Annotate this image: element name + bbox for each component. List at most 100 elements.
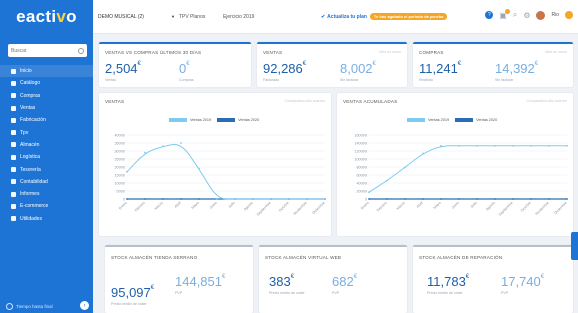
data-point-2019 — [324, 198, 326, 200]
notifications-icon[interactable]: ▣ — [499, 8, 510, 20]
sidebar-item-fabricacion[interactable]: Fabricación — [0, 114, 93, 126]
ventas-acumuladas-line-chart: 0200004000060000800001000001200001400001… — [354, 133, 568, 217]
logo-text-accent: v — [56, 7, 67, 26]
kpi-value-number: 2,504 — [105, 61, 138, 76]
y-tick-label: 20000 — [356, 189, 367, 193]
kpi-value-number: 92,286 — [263, 61, 303, 76]
sidebar-item-catalogo[interactable]: Catálogo — [0, 77, 93, 89]
data-point-2019 — [476, 144, 478, 147]
x-tick-label: Enero — [118, 201, 128, 211]
chart-legend: Ventas 2019 Ventas 2020 — [407, 118, 497, 122]
search-icon[interactable]: ⌕ — [513, 10, 517, 20]
sidebar-item-label: Ventas — [20, 105, 36, 112]
data-point-2020 — [566, 198, 568, 200]
sidebar-item-almacen[interactable]: Almacén — [0, 139, 93, 151]
kpi-value-unit: € — [302, 61, 307, 67]
topbar-icons: ? ▣ ⌕ ⚙ Rio — [485, 8, 573, 20]
data-point-2019 — [216, 198, 218, 200]
sidebar-item-logistica[interactable]: Logística — [0, 151, 93, 163]
store-icon — [11, 203, 16, 209]
kpi-value-primary: 2,504€ — [105, 61, 141, 76]
data-point-2019 — [180, 142, 182, 144]
kpi-value-number: 14,392 — [495, 61, 535, 76]
data-point-2020 — [198, 198, 200, 200]
chevron-down-icon[interactable]: ▼ — [171, 14, 175, 19]
series-line-2019 — [368, 145, 567, 193]
y-tick-label: 120000 — [354, 149, 367, 153]
sidebar-item-tpv[interactable]: Tpv — [0, 126, 93, 138]
y-tick-label: 100000 — [354, 157, 367, 161]
legend-swatch-2019[interactable] — [169, 118, 187, 122]
sidebar-item-contabilidad[interactable]: Contabilidad — [0, 176, 93, 188]
data-point-2020 — [476, 198, 478, 200]
logo[interactable]: eacti v o — [0, 0, 93, 34]
exercise-select[interactable]: Ejercicio 2019 — [223, 14, 263, 20]
trial-expired-badge[interactable]: Te has agotado el periodo de prueba — [369, 13, 448, 20]
sidebar-item-label: Tpv — [20, 129, 29, 136]
legend-swatch-2020[interactable] — [217, 118, 236, 122]
sidebar-nav: Inicio Catálogo Compras Ventas Fabricaci… — [0, 65, 93, 225]
search-input[interactable] — [11, 47, 61, 54]
user-name[interactable]: Rio — [551, 12, 559, 18]
stock-title: STOCK ALMACÉN DE REPARACIÓN — [419, 255, 503, 260]
data-point-2019 — [494, 144, 496, 147]
trial-timer-label: Tiempo hasta final — [16, 303, 53, 309]
kpi-period: Mes en curso — [379, 50, 401, 54]
sidebar-item-label: Informes — [20, 191, 40, 198]
data-point-2019 — [162, 145, 164, 148]
sidebar-item-informes[interactable]: Informes — [0, 188, 93, 200]
tpv-select[interactable]: TPV Planos — [179, 14, 223, 20]
x-tick-label: Noviembre — [535, 201, 550, 216]
chart-compare-label: Comparativa año anterior — [526, 99, 567, 103]
x-tick-label: Agosto — [243, 201, 254, 212]
legend-swatch-2020[interactable] — [455, 118, 474, 122]
euro-icon — [11, 167, 16, 173]
x-tick-label: Septiembre — [498, 201, 514, 217]
collapse-sidebar-button[interactable]: ‹ — [80, 301, 89, 310]
company-select[interactable]: DEMO MUSICAL (2) — [98, 14, 171, 20]
kpi-sub-secondary: Sin facturar — [340, 78, 359, 82]
help-icon[interactable]: ? — [485, 11, 494, 19]
sidebar-item-ecommerce[interactable]: E-commerce — [0, 200, 93, 212]
settings-icon[interactable]: ⚙ — [523, 11, 530, 20]
x-tick-label: Septiembre — [256, 201, 272, 217]
pos-icon — [11, 130, 16, 136]
legend-label-2020: Ventas 2020 — [476, 118, 498, 122]
data-point-2020 — [386, 198, 388, 200]
x-tick-label: Junio — [451, 201, 460, 210]
legend-label-2020: Ventas 2020 — [238, 118, 260, 122]
data-point-2020 — [548, 198, 550, 200]
data-point-2020 — [458, 198, 460, 200]
data-point-2019 — [422, 152, 424, 155]
x-tick-label: Agosto — [485, 201, 496, 212]
avatar[interactable] — [536, 10, 546, 20]
x-tick-label: Mayo — [433, 201, 442, 210]
data-point-2019 — [234, 198, 236, 200]
feedback-tab[interactable] — [571, 232, 578, 260]
rocket-icon[interactable] — [565, 11, 573, 19]
y-tick-label: 25000 — [114, 157, 125, 161]
sidebar-item-utilidades[interactable]: Utilidades — [0, 213, 93, 225]
kpi-value-unit: € — [372, 61, 376, 67]
sidebar-item-ventas[interactable]: Ventas — [0, 102, 93, 114]
data-point-2020 — [494, 198, 496, 200]
sidebar-item-tesoreria[interactable]: Tesorería — [0, 163, 93, 175]
sidebar-item-inicio[interactable]: Inicio — [0, 65, 93, 78]
kpi-value-unit: € — [186, 61, 190, 67]
sidebar-item-compras[interactable]: Compras — [0, 90, 93, 102]
kpi-period: Mes en curso — [545, 50, 567, 54]
cart-icon — [11, 93, 16, 99]
x-tick-label: Marzo — [154, 201, 164, 211]
kpi-value-secondary: 8,002€ — [340, 61, 376, 76]
logo-text-main: eacti — [16, 7, 57, 26]
dashboard: VENTAS VS COMPRAS ÚLTIMOS 30 DÍAS 2,504€… — [93, 34, 578, 313]
data-point-2019 — [548, 144, 550, 147]
x-tick-label: Febrero — [376, 201, 388, 213]
data-point-2019 — [512, 144, 514, 147]
sidebar-item-label: Logística — [20, 154, 41, 161]
clock-icon — [6, 302, 13, 310]
search-icon[interactable] — [78, 47, 84, 54]
legend-swatch-2019[interactable] — [407, 118, 425, 122]
update-plan-link[interactable]: ✔ Actualiza tu plan Te has agotado el pe… — [321, 13, 448, 20]
sidebar-item-label: Tesorería — [20, 166, 41, 173]
